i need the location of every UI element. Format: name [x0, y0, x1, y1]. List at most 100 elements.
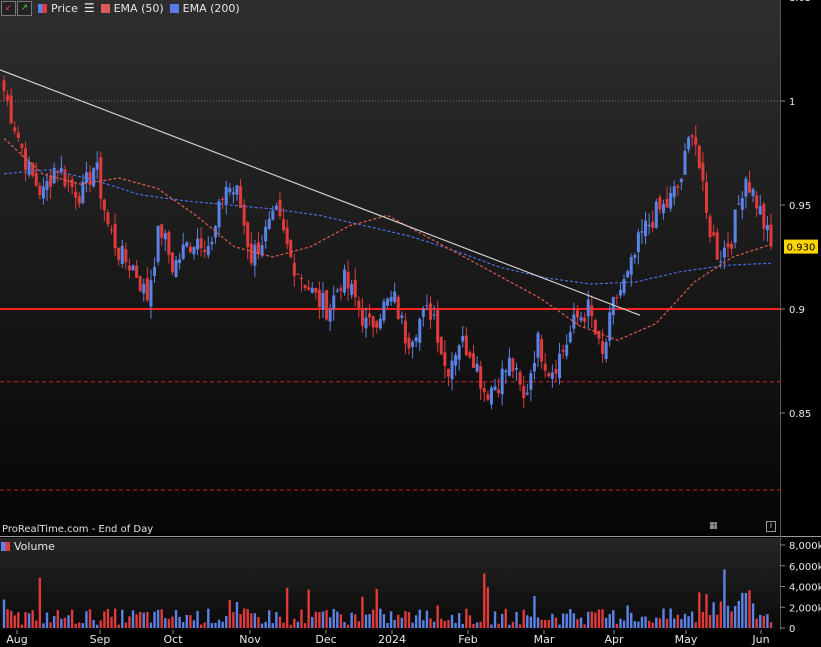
candle-body [353, 279, 357, 297]
volume-bar [655, 617, 658, 628]
volume-bar [253, 613, 257, 628]
volume-bar [511, 621, 515, 628]
volume-bar [622, 620, 626, 628]
volume-bar [576, 619, 579, 628]
candle-body [658, 197, 662, 210]
volume-bar [289, 624, 292, 628]
candle-body [278, 199, 282, 216]
candle-body [737, 203, 741, 205]
volume-bar [475, 622, 479, 628]
zoom-in-icon[interactable]: ↗ [17, 0, 32, 16]
candle-body [95, 162, 99, 170]
candle-body [493, 386, 497, 391]
candle-body [328, 309, 332, 322]
volume-bar [561, 613, 565, 628]
volume-bar [497, 623, 500, 628]
price-panel-bg [0, 0, 780, 535]
volume-bar [479, 621, 482, 628]
volume-bar [210, 623, 214, 628]
volume-y-tick-label: 2,000k [789, 603, 821, 614]
volume-bar [558, 624, 561, 628]
calendar-icon[interactable]: ▦ [709, 521, 718, 531]
info-icon[interactable]: i [766, 521, 776, 532]
volume-bar [454, 623, 457, 628]
volume-bar [762, 615, 766, 628]
volume-bar [450, 614, 454, 628]
volume-bar [540, 619, 543, 628]
x-tick-label: Jun [751, 633, 769, 646]
volume-bar [171, 616, 174, 628]
candle-body [196, 238, 200, 250]
volume-bar [587, 611, 590, 628]
volume-bar [633, 621, 637, 628]
candle-body [120, 245, 124, 264]
volume-bar [182, 622, 185, 628]
volume-bar [2, 599, 6, 628]
candle-body [644, 220, 648, 237]
candle-body [669, 192, 673, 209]
candle-body [511, 358, 515, 372]
volume-bar [712, 602, 715, 628]
volume-bar [27, 613, 31, 628]
volume-bar [149, 622, 153, 628]
zoom-out-icon[interactable]: ↙ [1, 0, 16, 16]
volume-bar [343, 622, 346, 628]
volume-bar [690, 611, 694, 628]
candle-body [715, 232, 719, 260]
candle-body [357, 300, 361, 309]
candle-body [249, 243, 253, 264]
price-chart[interactable]: 1.05 1 0.95 0.9 0.85 0.930 8,000k 6,000k 4,000k 2… [0, 0, 821, 647]
volume-bar [608, 613, 611, 628]
volume-bar [95, 624, 99, 628]
candle-body [679, 178, 683, 183]
menu-icon[interactable]: ☰ [84, 1, 95, 15]
volume-bar [766, 614, 769, 628]
candle-body [27, 161, 31, 175]
candle-body [615, 297, 619, 299]
volume-swatch [1, 542, 10, 551]
candle-body [622, 279, 626, 294]
candle-body [429, 303, 433, 320]
volume-bar [17, 612, 20, 628]
candle-body [145, 278, 149, 301]
volume-bar [131, 610, 135, 628]
volume-bar [597, 609, 601, 628]
volume-bar [751, 603, 755, 628]
candle-body [436, 309, 440, 343]
candle-body [540, 339, 544, 362]
volume-bar [522, 609, 525, 628]
volume-bar [418, 609, 421, 628]
legend-ema50[interactable]: EMA (50) [100, 2, 164, 15]
candle-body [611, 297, 615, 316]
candle-body [188, 246, 192, 253]
volume-bar [647, 620, 651, 628]
candle-body [378, 318, 382, 329]
candle-body [626, 271, 630, 278]
y-tick-label: 0.85 [789, 409, 811, 420]
volume-bar [698, 592, 701, 628]
volume-label: Volume [14, 540, 55, 553]
x-tick-label: Apr [604, 633, 624, 646]
volume-bar [300, 609, 303, 628]
legend-ema200[interactable]: EMA (200) [169, 2, 240, 15]
volume-bar [146, 612, 149, 628]
volume-legend[interactable]: Volume [1, 540, 55, 553]
candle-body [289, 240, 293, 257]
volume-bar [318, 612, 321, 628]
volume-bar [38, 577, 42, 628]
volume-bar [500, 613, 504, 628]
volume-bar [357, 621, 361, 628]
volume-bar [192, 620, 196, 628]
volume-bar [6, 609, 9, 628]
candle-body [81, 181, 85, 203]
volume-bar [167, 618, 171, 628]
volume-bar [737, 600, 740, 628]
volume-bar [99, 620, 102, 628]
volume-y-tick-label: 8,000k [789, 541, 821, 552]
candle-body [396, 296, 400, 319]
volume-bar [705, 593, 708, 628]
volume-bar [74, 623, 77, 628]
volume-bar [138, 612, 142, 628]
volume-bar [124, 622, 128, 628]
legend-price[interactable]: Price [38, 2, 78, 15]
